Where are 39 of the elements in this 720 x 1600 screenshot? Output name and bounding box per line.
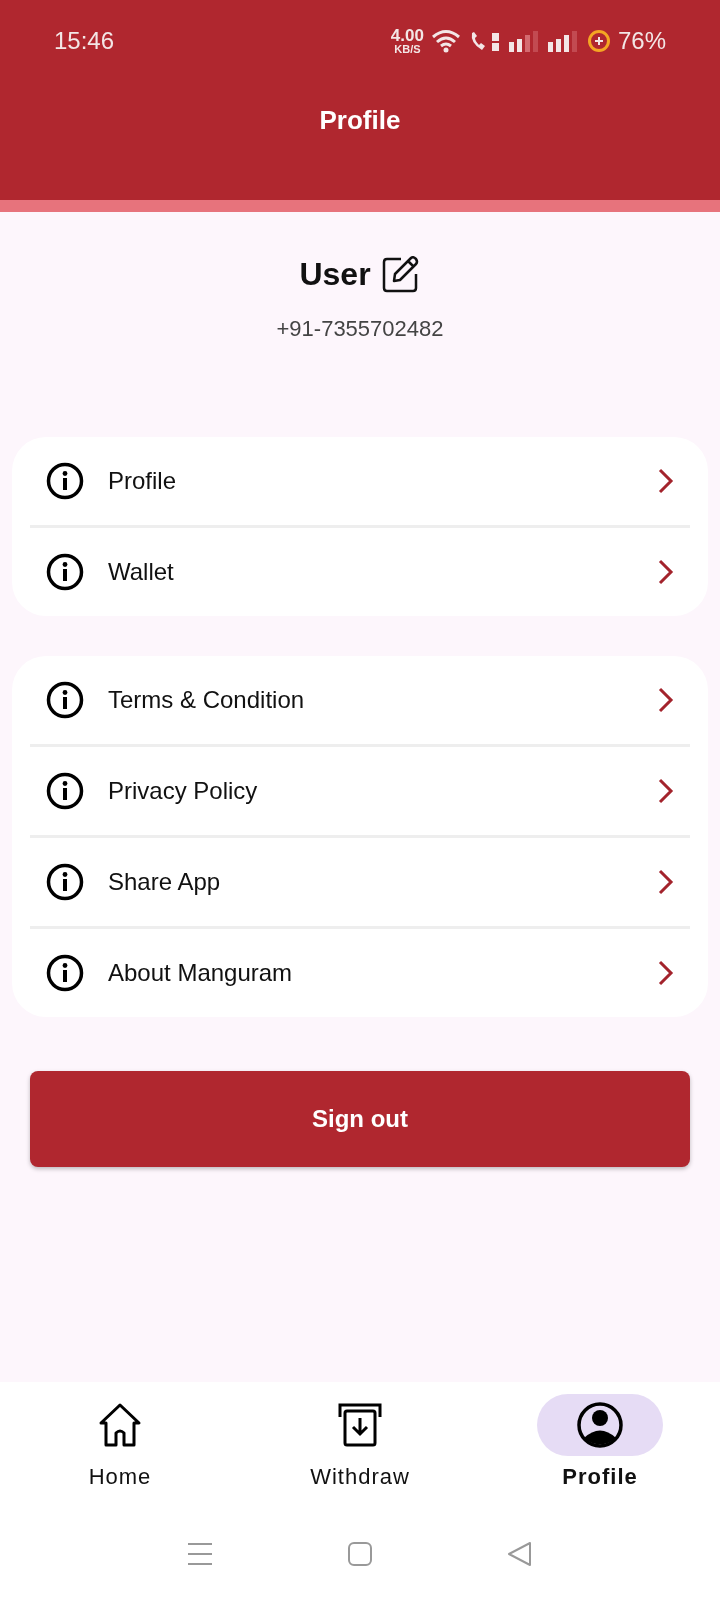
wifi-icon (430, 29, 461, 53)
menu-item[interactable]: About Manguram (108, 959, 634, 987)
chevron-right-icon (658, 468, 674, 494)
account-circle-icon (576, 1401, 624, 1449)
menu-item[interactable]: Wallet (108, 558, 634, 586)
withdraw-icon (338, 1403, 382, 1447)
chevron-right-icon (658, 687, 674, 713)
signal-icon (508, 30, 541, 52)
chevron-right-icon (658, 559, 674, 585)
nav-label[interactable]: Home (88, 1464, 152, 1490)
menu-item[interactable]: Privacy Policy (108, 777, 634, 805)
home-button-icon[interactable] (347, 1541, 373, 1567)
nav-label[interactable]: Profile (562, 1464, 638, 1490)
info-icon (46, 681, 84, 719)
battery-level: 76% (617, 27, 666, 55)
sign-out-button[interactable]: Sign out (30, 1071, 690, 1167)
info-icon (46, 863, 84, 901)
chevron-right-icon (658, 960, 674, 986)
signal-icon (547, 30, 580, 52)
back-icon[interactable] (507, 1541, 533, 1567)
menu-icon[interactable] (187, 1541, 213, 1567)
menu-item[interactable]: Share App (108, 868, 634, 896)
page-title: Profile (319, 104, 401, 136)
phone-number: +91-7355702482 (276, 316, 444, 342)
network-speed: 4.00 (390, 27, 424, 44)
menu-item[interactable]: Profile (108, 467, 634, 495)
clock: 15:46 (54, 27, 115, 55)
info-icon (46, 954, 84, 992)
info-icon (46, 772, 84, 810)
nav-label[interactable]: Withdraw (310, 1464, 410, 1490)
chevron-right-icon (658, 778, 674, 804)
battery-saver-icon (586, 29, 611, 53)
info-icon (46, 553, 84, 591)
user-name: User (299, 255, 371, 293)
menu-item[interactable]: Terms & Condition (108, 686, 634, 714)
edit-icon[interactable] (380, 254, 421, 294)
info-icon (46, 462, 84, 500)
network-speed-unit: KB/S (394, 44, 421, 55)
chevron-right-icon (658, 869, 674, 895)
